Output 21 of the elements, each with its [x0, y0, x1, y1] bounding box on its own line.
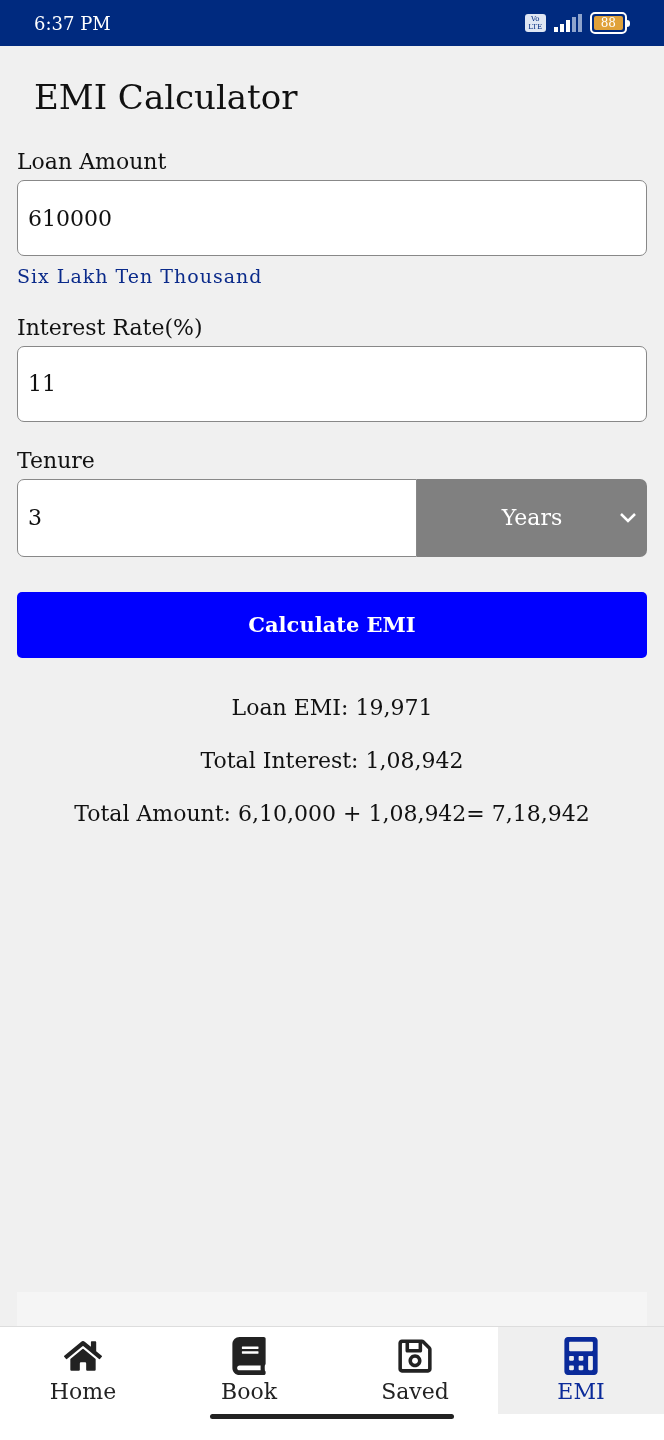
tenure-unit-dropdown[interactable]: Years: [417, 478, 647, 557]
battery-icon: 88: [589, 12, 630, 34]
result-text: Loan EMI: 19,971: [231, 693, 433, 722]
page-title: EMI Calculator: [34, 76, 298, 119]
result-text: Total Interest: 1,08,942: [200, 746, 464, 775]
signal-icon: [553, 14, 582, 32]
status-time: 6:37 PM: [34, 11, 111, 36]
book-icon: [230, 1336, 268, 1375]
field-label: Tenure: [17, 446, 95, 475]
save-icon: [396, 1336, 434, 1375]
nav-tab[interactable]: EMI: [498, 1327, 664, 1414]
chevron-down-icon: [619, 511, 637, 524]
interest-rate-field[interactable]: 11: [17, 345, 647, 422]
tenure-field[interactable]: 3: [17, 478, 417, 557]
field-label: Interest Rate(%): [17, 313, 203, 342]
amount-in-words: Six Lakh Ten Thousand: [17, 264, 263, 289]
loan-amount-field[interactable]: 610000: [17, 180, 647, 256]
calculate-button[interactable]: Calculate EMI: [17, 591, 647, 658]
result-text: Total Amount: 6,10,000 + 1,08,942= 7,18,942: [74, 799, 590, 828]
field-label: Loan Amount: [17, 148, 167, 176]
calculator-icon: [562, 1336, 600, 1375]
